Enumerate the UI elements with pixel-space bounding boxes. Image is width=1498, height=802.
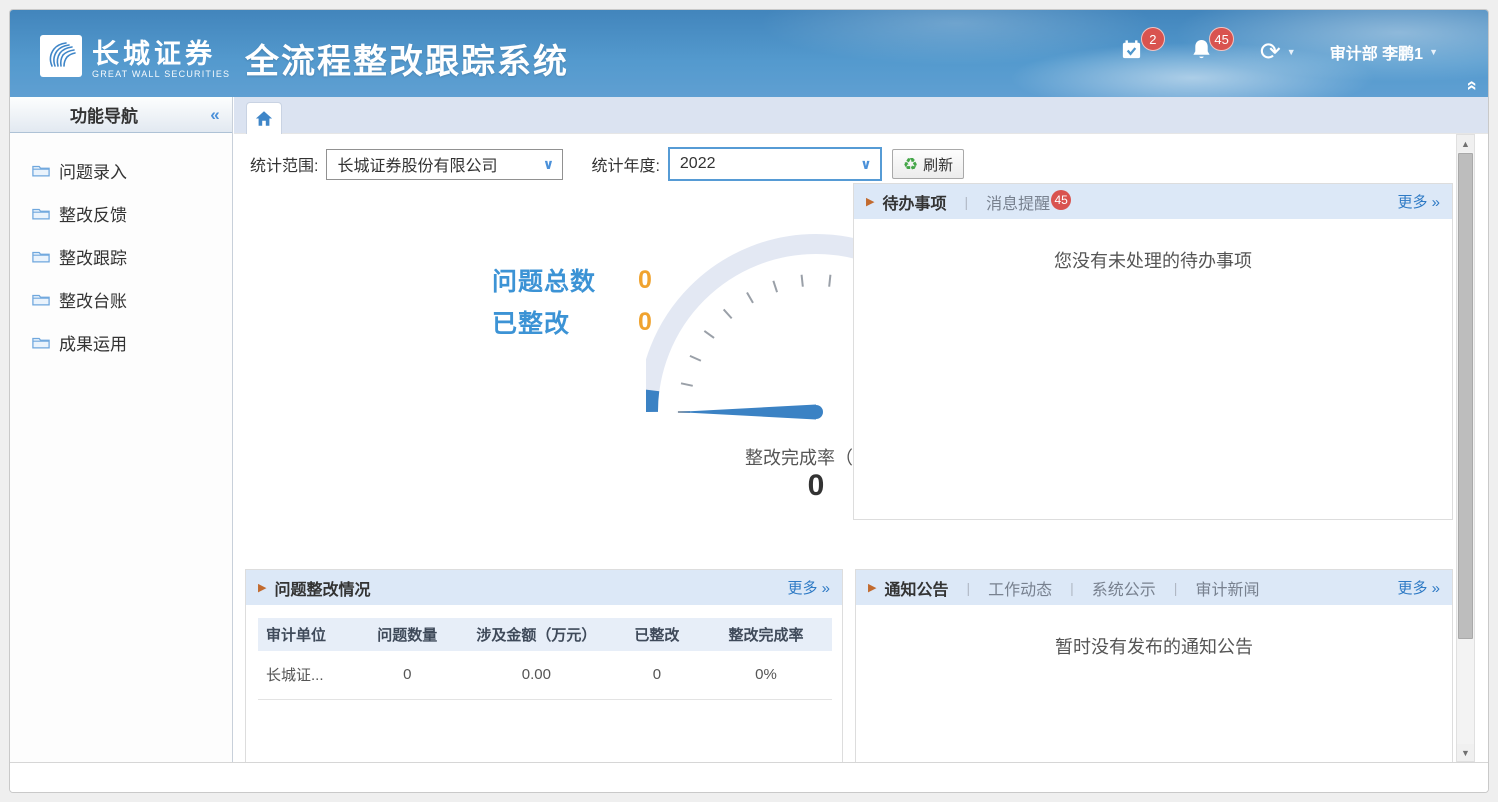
caret-down-icon: ▼ [1287, 47, 1296, 57]
sidebar-collapse-icon[interactable]: « [198, 105, 232, 125]
folder-icon [32, 163, 50, 178]
sidebar-item-results-use[interactable]: 成果运用 [10, 321, 232, 364]
sidebar-item-label: 整改跟踪 [59, 244, 127, 269]
folder-icon [32, 249, 50, 264]
sidebar: 功能导航 « 问题录入 整改反馈 整改跟踪 整改台账 成果运用 [10, 97, 233, 762]
notifications[interactable]: 45 [1191, 38, 1212, 66]
todo-panel-header: ▶ 待办事项 | 消息提醒45 更多 » [854, 184, 1452, 219]
home-icon [255, 110, 273, 127]
triangle-marker-icon: ▶ [258, 581, 266, 594]
notice-more-link[interactable]: 更多 » [1397, 577, 1440, 598]
tab-todo-items[interactable]: 待办事项 [882, 190, 946, 214]
recycle-icon: ♻ [903, 156, 918, 173]
tab-system-bulletin[interactable]: 系统公示 [1092, 576, 1156, 600]
message-count-badge[interactable]: 45 [1209, 27, 1233, 51]
todo-panel: ▶ 待办事项 | 消息提醒45 更多 » 您没有未处理的待办事项 [853, 183, 1453, 520]
app-window: 长城证券 GREAT WALL SECURITIES 全流程整改跟踪系统 2 [9, 9, 1489, 793]
page-title: 全流程整改跟踪系统 [245, 34, 569, 83]
message-reminder-badge: 45 [1051, 190, 1071, 210]
scope-select[interactable]: 长城证券股份有限公司 ∨ [326, 149, 563, 180]
sidebar-header: 功能导航 « [10, 97, 232, 133]
sidebar-item-label: 成果运用 [59, 330, 127, 355]
app-header: 长城证券 GREAT WALL SECURITIES 全流程整改跟踪系统 2 [10, 10, 1488, 97]
issues-table-header-row: 审计单位 问题数量 涉及金额（万元） 已整改 整改完成率 [258, 618, 832, 651]
total-issues-label: 问题总数 [492, 262, 638, 298]
issues-panel-title: 问题整改情况 [274, 576, 370, 600]
logo-cn-text: 长城证券 [92, 32, 230, 71]
vertical-scrollbar[interactable]: ▲ ▼ [1456, 134, 1475, 762]
todo-more-link[interactable]: 更多 » [1397, 191, 1440, 212]
company-logo: 长城证券 GREAT WALL SECURITIES [40, 32, 230, 79]
scope-label: 统计范围: [250, 152, 318, 176]
year-select[interactable]: 2022 ∨ [668, 147, 882, 181]
issues-table: 审计单位 问题数量 涉及金额（万元） 已整改 整改完成率 长城证... 0 0.… [258, 618, 832, 700]
folder-icon [32, 292, 50, 307]
sidebar-item-problem-entry[interactable]: 问题录入 [10, 149, 232, 192]
tab-notices[interactable]: 通知公告 [884, 576, 948, 600]
sidebar-item-rectify-feedback[interactable]: 整改反馈 [10, 192, 232, 235]
user-name: 审计部 李鹏1 [1330, 40, 1423, 64]
dashboard-content: 统计范围: 长城证券股份有限公司 ∨ 统计年度: 2022 ∨ ♻ 刷新 [234, 134, 1489, 762]
footer-strip [10, 762, 1488, 793]
tab-audit-news[interactable]: 审计新闻 [1195, 576, 1259, 600]
collapse-header-chevron-icon[interactable]: « [1461, 80, 1482, 88]
chevron-down-icon: ∨ [852, 156, 880, 173]
issues-panel: ▶ 问题整改情况 更多 » 审计单位 问题数量 涉及金额（万元） 已整改 整改完… [245, 569, 843, 762]
sidebar-item-label: 问题录入 [59, 158, 127, 183]
notice-panel: ▶ 通知公告 | 工作动态 | 系统公示 | 审计新闻 更多 » 暂时没有发布的… [855, 569, 1453, 762]
notice-panel-header: ▶ 通知公告 | 工作动态 | 系统公示 | 审计新闻 更多 » [856, 570, 1452, 605]
tab-home[interactable] [246, 102, 282, 134]
logo-wave-icon [40, 35, 82, 77]
triangle-marker-icon: ▶ [866, 195, 874, 208]
year-label: 统计年度: [591, 152, 659, 176]
issues-more-link[interactable]: 更多 » [787, 577, 830, 598]
refresh-icon: ⟳ [1260, 40, 1281, 65]
todo-shortcut[interactable]: 2 [1120, 38, 1143, 66]
triangle-marker-icon: ▶ [868, 581, 876, 594]
tab-bar [234, 97, 1489, 134]
sidebar-title: 功能导航 [10, 102, 198, 127]
sidebar-item-label: 整改台账 [59, 287, 127, 312]
folder-icon [32, 335, 50, 350]
notice-empty-text: 暂时没有发布的通知公告 [856, 605, 1452, 659]
refresh-button[interactable]: ♻ 刷新 [892, 149, 964, 179]
tab-message-reminders[interactable]: 消息提醒45 [986, 190, 1071, 214]
folder-icon [32, 206, 50, 221]
todo-empty-text: 您没有未处理的待办事项 [854, 219, 1452, 273]
chevron-down-icon: ∨ [534, 156, 562, 173]
scrollbar-thumb[interactable] [1458, 153, 1473, 639]
bell-icon [1191, 48, 1212, 65]
header-refresh[interactable]: ⟳ ▼ [1260, 40, 1296, 65]
sidebar-item-label: 整改反馈 [59, 201, 127, 226]
gauge-needle [676, 405, 823, 420]
gauge-progress-arc [648, 390, 649, 412]
sidebar-item-rectify-track[interactable]: 整改跟踪 [10, 235, 232, 278]
logo-en-text: GREAT WALL SECURITIES [92, 69, 230, 79]
tab-work-updates[interactable]: 工作动态 [988, 576, 1052, 600]
scroll-down-arrow[interactable]: ▼ [1457, 744, 1474, 761]
caret-down-icon: ▼ [1429, 47, 1438, 57]
todo-count-badge[interactable]: 2 [1141, 27, 1165, 51]
table-row[interactable]: 长城证... 0 0.00 0 0% [258, 651, 832, 699]
sidebar-item-rectify-ledger[interactable]: 整改台账 [10, 278, 232, 321]
user-menu[interactable]: 审计部 李鹏1 ▼ [1330, 40, 1438, 64]
calendar-check-icon [1120, 48, 1143, 65]
issues-panel-header: ▶ 问题整改情况 更多 » [246, 570, 842, 605]
scroll-up-arrow[interactable]: ▲ [1457, 135, 1474, 152]
gauge-stats: 问题总数 0 已整改 0 [492, 259, 652, 343]
rectified-label: 已整改 [492, 304, 638, 340]
